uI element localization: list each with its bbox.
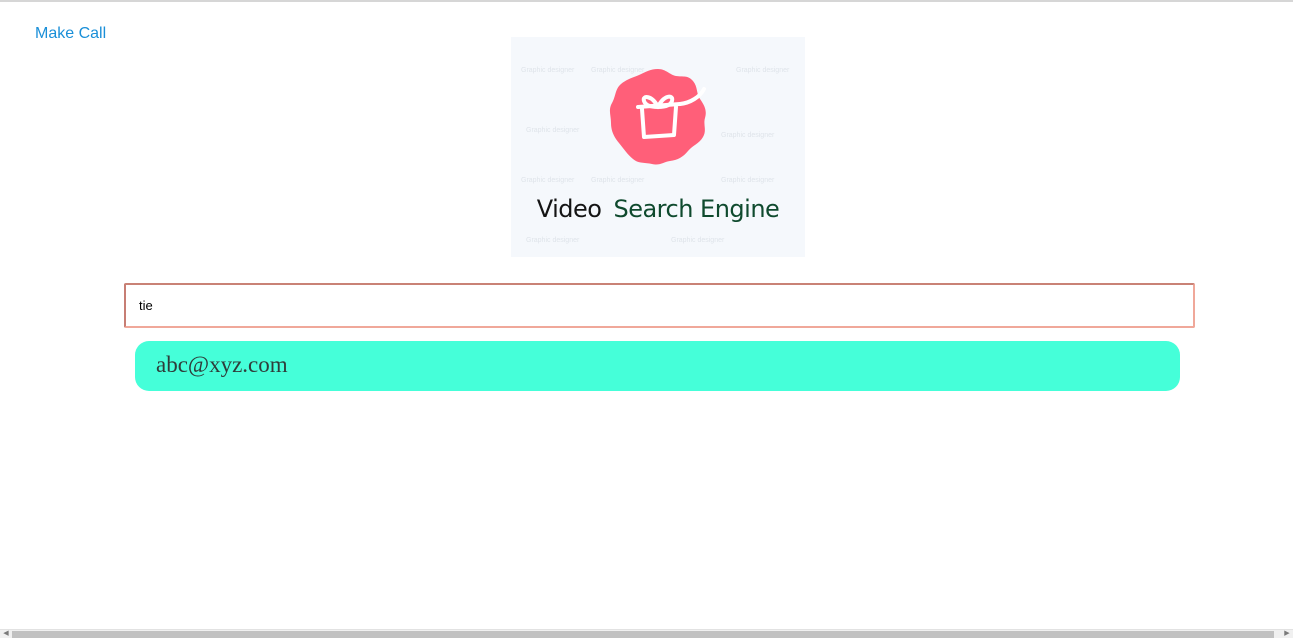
logo-text: Video Search Engine <box>511 195 805 223</box>
logo-watermark: Graphic designer <box>736 67 790 74</box>
logo-watermark: Graphic designer <box>591 177 645 184</box>
logo-watermark: Graphic designer <box>526 237 580 244</box>
gift-badge-shape <box>609 69 706 165</box>
top-border <box>0 0 1293 2</box>
logo-watermark: Graphic designer <box>671 237 725 244</box>
logo-watermark: Graphic designer <box>526 127 580 134</box>
logo-watermark: Graphic designer <box>521 177 575 184</box>
logo-watermark: Graphic designer <box>721 177 775 184</box>
search-input[interactable] <box>124 283 1195 328</box>
scroll-left-icon[interactable]: ◀ <box>1 630 11 638</box>
search-result-label: abc@xyz.com <box>156 351 288 377</box>
logo-watermark: Graphic designer <box>721 132 775 139</box>
logo-word-search-engine: Search Engine <box>613 195 780 223</box>
make-call-link[interactable]: Make Call <box>35 24 106 44</box>
logo-watermark: Graphic designer <box>521 67 575 74</box>
search-result-item[interactable]: abc@xyz.com <box>135 341 1180 391</box>
logo-word-video: Video <box>536 195 602 223</box>
horizontal-scrollbar[interactable]: ◀ ▶ <box>0 629 1293 638</box>
scrollbar-thumb[interactable] <box>12 631 1274 638</box>
gift-badge-icon <box>609 69 706 165</box>
scroll-right-icon[interactable]: ▶ <box>1282 630 1292 638</box>
logo: Graphic designer Graphic designer Graphi… <box>511 37 805 257</box>
